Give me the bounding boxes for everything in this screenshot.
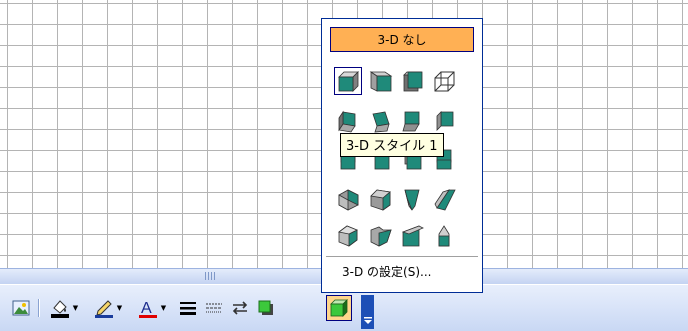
3d-style-20-icon [438, 225, 450, 247]
3d-style-1-icon [338, 71, 359, 92]
svg-text:A: A [141, 300, 152, 317]
3d-style-button[interactable] [326, 295, 352, 321]
3d-style-5-icon [338, 110, 356, 133]
3d-style-15-icon [404, 189, 420, 211]
style-cell-7[interactable] [398, 107, 426, 135]
chevron-down-icon: ▼ [116, 304, 123, 312]
arrow-style-button[interactable] [228, 296, 252, 320]
3d-style-3-icon [403, 71, 423, 92]
style-cell-5[interactable] [334, 107, 362, 135]
dash-style-icon [206, 303, 222, 313]
tooltip: 3-D スタイル 1 [340, 133, 444, 157]
style-cell-3[interactable] [398, 67, 426, 95]
no-3d-button[interactable]: 3-D なし [330, 27, 474, 52]
style-cell-19[interactable] [398, 221, 426, 249]
arrow-style-icon [232, 301, 248, 315]
style-cell-4[interactable] [430, 67, 458, 95]
3d-style-18-icon [370, 226, 392, 247]
menu-divider [326, 256, 478, 257]
3d-style-14-icon [370, 189, 391, 211]
fill-color-button[interactable]: ▼ [44, 296, 84, 320]
insert-picture-button[interactable] [8, 296, 34, 320]
style-cell-18[interactable] [366, 221, 394, 249]
style-cell-16[interactable] [430, 185, 458, 213]
style-cell-15[interactable] [398, 185, 426, 213]
shadow-style-button[interactable] [254, 296, 278, 320]
chevron-down-icon [363, 317, 372, 324]
fill-color-icon [50, 300, 69, 318]
3d-style-7-icon [402, 111, 420, 132]
3d-style-4-icon [434, 71, 455, 92]
style-cell-13[interactable] [334, 185, 362, 213]
3d-style-19-icon [401, 225, 424, 247]
3d-style-icon [330, 299, 348, 317]
font-color-button[interactable]: A ▼ [132, 296, 172, 320]
3d-style-8-icon [436, 111, 454, 131]
style-cell-17[interactable] [334, 221, 362, 249]
insert-picture-icon [12, 300, 30, 316]
style-cell-20[interactable] [430, 221, 458, 249]
style-cell-8[interactable] [430, 107, 458, 135]
line-color-button[interactable]: ▼ [88, 296, 128, 320]
line-style-button[interactable] [176, 296, 200, 320]
3d-style-13-icon [338, 189, 359, 211]
scrollbar-grip[interactable] [205, 272, 217, 280]
3d-style-2-icon [369, 71, 393, 92]
style-cell-2[interactable] [366, 67, 394, 95]
chevron-down-icon: ▼ [72, 304, 79, 312]
style-cell-6[interactable] [366, 107, 394, 135]
line-color-icon [94, 300, 113, 318]
3d-settings-item[interactable]: 3-D の設定(S)... [342, 263, 431, 280]
shadow-style-icon [258, 300, 273, 315]
font-color-icon: A [138, 300, 157, 318]
dash-style-button[interactable] [202, 296, 226, 320]
3d-style-6-icon [372, 111, 390, 133]
toolbar-options-button[interactable] [361, 295, 374, 329]
3d-style-17-icon [338, 225, 358, 247]
3d-style-16-icon [434, 189, 456, 211]
line-style-icon [180, 302, 196, 315]
chevron-down-icon: ▼ [160, 304, 167, 312]
style-cell-1[interactable] [334, 67, 362, 95]
style-cell-14[interactable] [366, 185, 394, 213]
